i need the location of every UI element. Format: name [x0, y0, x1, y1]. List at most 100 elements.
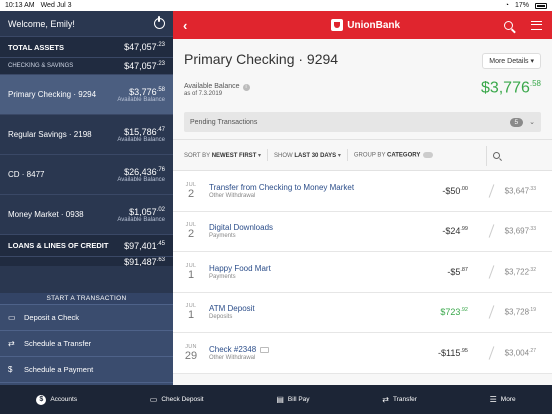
loans-cents: .45	[156, 240, 165, 247]
transaction-name: Digital Downloads	[209, 223, 552, 232]
balance-dollars: $3,647	[504, 186, 530, 196]
wifi-icon: ◔	[504, 2, 509, 9]
battery-icon	[535, 2, 547, 9]
balance-dollars: $3,004	[504, 348, 530, 358]
sidebar-account-cd[interactable]: CD · 8477 $26,436.76 Available Balance	[0, 154, 173, 194]
transaction-day: 1	[187, 309, 195, 322]
schedule-payment-action[interactable]: $ Schedule a Payment	[0, 357, 173, 383]
partial-loan-amount: $91,487.63	[124, 257, 165, 266]
transaction-amount: -$5.87	[447, 267, 468, 277]
transaction-day: 29	[184, 349, 198, 362]
balance-dollars: $3,697	[504, 227, 530, 237]
account-dollars: $1,057	[129, 206, 157, 217]
more-details-button[interactable]: More Details ▾	[482, 53, 541, 69]
top-bar: ‹ UnionBank	[173, 11, 552, 39]
transaction-row[interactable]: JUL 1 Happy Food Mart Payments -$5.87 $3,722.…	[173, 252, 552, 293]
account-cents: .76	[156, 166, 165, 173]
account-sub: Available Balance	[117, 136, 165, 143]
deposit-check-action[interactable]: ▭ Deposit a Check	[0, 305, 173, 331]
transaction-name-text: ATM Deposit	[209, 304, 255, 314]
transaction-row[interactable]: JUL 1 ATM Deposit Deposits $723.92 $3,728.19	[173, 292, 552, 333]
start-transaction-title: START A TRANSACTION	[0, 293, 173, 305]
tab-transfer[interactable]: ⇄ Transfer	[382, 395, 417, 404]
info-icon[interactable]: i	[242, 84, 250, 91]
welcome-text: Welcome, Emily!	[8, 18, 75, 29]
account-name: CD · 8477	[8, 170, 45, 179]
checking-savings-label: CHECKING & SAVINGS	[8, 63, 74, 69]
total-assets-cents: .23	[156, 42, 165, 48]
card-icon: ▭	[8, 313, 16, 322]
top-tools	[504, 20, 542, 30]
group-toggle[interactable]	[423, 151, 434, 158]
group-by-value: CATEGORY	[387, 152, 421, 159]
sidebar-account-primary-checking[interactable]: Primary Checking · 9294 $3,776.58 Availa…	[0, 74, 173, 114]
account-sub: Available Balance	[117, 96, 165, 103]
show-control[interactable]: SHOW LAST 30 DAYS ▾	[274, 152, 341, 159]
tab-label: Accounts	[50, 396, 78, 403]
available-balance-label: Available Balance i	[184, 83, 250, 91]
brand-logo: UnionBank	[331, 19, 400, 31]
dollar-icon: $	[8, 365, 13, 374]
available-cents: .58	[529, 79, 541, 88]
transaction-category: Other Withdrawal	[209, 192, 256, 199]
transaction-amount: $723.92	[440, 307, 468, 317]
sort-by-label: SORT BY	[184, 152, 211, 159]
tab-accounts[interactable]: $ Accounts	[36, 394, 78, 405]
checking-savings-cents: .23	[156, 61, 165, 67]
transaction-name-text: Happy Food Mart	[209, 263, 271, 273]
transaction-row[interactable]: JUL 2 Transfer from Checking to Money Mark…	[173, 171, 552, 212]
sidebar-header: Welcome, Emily!	[0, 11, 173, 36]
more-icon: ☰	[489, 395, 497, 404]
sidebar-account-money-market[interactable]: Money Market · 0938 $1,057.02 Available …	[0, 194, 173, 234]
tab-label: Check Deposit	[161, 396, 204, 403]
loans-amount: $97,401.45	[124, 241, 165, 251]
back-icon[interactable]: ‹	[183, 18, 187, 33]
available-dollars: $3,776	[480, 79, 530, 97]
action-label: Schedule a Transfer	[24, 339, 92, 348]
transaction-name: Transfer from Checking to Money Market	[209, 183, 552, 192]
transaction-row[interactable]: JUL 2 Digital Downloads Payments -$24.99 $3,6…	[173, 211, 552, 252]
transaction-description: Happy Food Mart Payments	[209, 264, 552, 280]
sort-by-control[interactable]: SORT BY NEWEST FIRST ▾	[184, 152, 261, 159]
account-cents: .02	[156, 206, 165, 213]
transaction-amount: -$24.99	[442, 226, 468, 236]
transaction-row[interactable]: JUN 29 Check #2348 Other Withdrawal -$115.95…	[173, 333, 552, 374]
main-content: Primary Checking · 9294 More Details ▾ A…	[173, 39, 552, 385]
transaction-dollars: -$50	[442, 185, 461, 196]
menu-icon[interactable]	[531, 20, 542, 30]
action-label: Deposit a Check	[24, 313, 80, 322]
total-assets-row: TOTAL ASSETS $47,057.23	[0, 36, 173, 57]
transaction-name-text: Transfer from Checking to Money Market	[209, 182, 355, 192]
tab-check-deposit[interactable]: ▭ Check Deposit	[150, 395, 204, 404]
transaction-day: 2	[187, 187, 195, 200]
transaction-name: ATM Deposit	[209, 304, 552, 313]
total-assets-label: TOTAL ASSETS	[8, 42, 64, 52]
sort-by-value: NEWEST FIRST	[211, 152, 257, 159]
brand-name: UnionBank	[347, 19, 401, 31]
running-balance: $3,004.27	[505, 348, 536, 358]
pending-transactions-bar[interactable]: Pending Transactions 5 ⌄	[184, 112, 541, 132]
schedule-transfer-action[interactable]: ⇄ Schedule a Transfer	[0, 331, 173, 357]
sidebar-account-regular-savings[interactable]: Regular Savings · 2198 $15,786.47 Availa…	[0, 114, 173, 154]
checking-savings-dollars: $47,057	[124, 61, 157, 71]
transaction-date: JUL 2	[173, 222, 209, 240]
check-image-icon[interactable]	[260, 346, 270, 353]
search-transactions-icon[interactable]	[493, 152, 500, 159]
partial-loan-row[interactable]: $91,487.63	[0, 256, 173, 266]
loans-row[interactable]: LOANS & LINES OF CREDIT $97,401.45	[0, 234, 173, 256]
checking-savings-row: CHECKING & SAVINGS $47,057.23	[0, 57, 173, 74]
transaction-dollars: -$24	[442, 226, 461, 237]
tab-bill-pay[interactable]: ▤ Bill Pay	[276, 395, 309, 404]
bill-icon: ▤	[276, 395, 284, 404]
total-assets-amount: $47,057.23	[124, 42, 165, 52]
account-cents: .47	[156, 126, 165, 133]
transaction-category: Other Withdrawal	[209, 354, 256, 361]
as-of-date: as of 7.3.2019	[184, 91, 223, 97]
running-balance: $3,697.33	[505, 226, 536, 236]
search-icon[interactable]	[504, 20, 513, 30]
tab-more[interactable]: ☰ More	[490, 395, 516, 404]
power-icon[interactable]	[154, 16, 165, 29]
group-by-control[interactable]: GROUP BY CATEGORY	[354, 151, 434, 159]
status-time: 10:13 AM	[5, 2, 35, 9]
transaction-date: JUL 2	[173, 182, 209, 200]
